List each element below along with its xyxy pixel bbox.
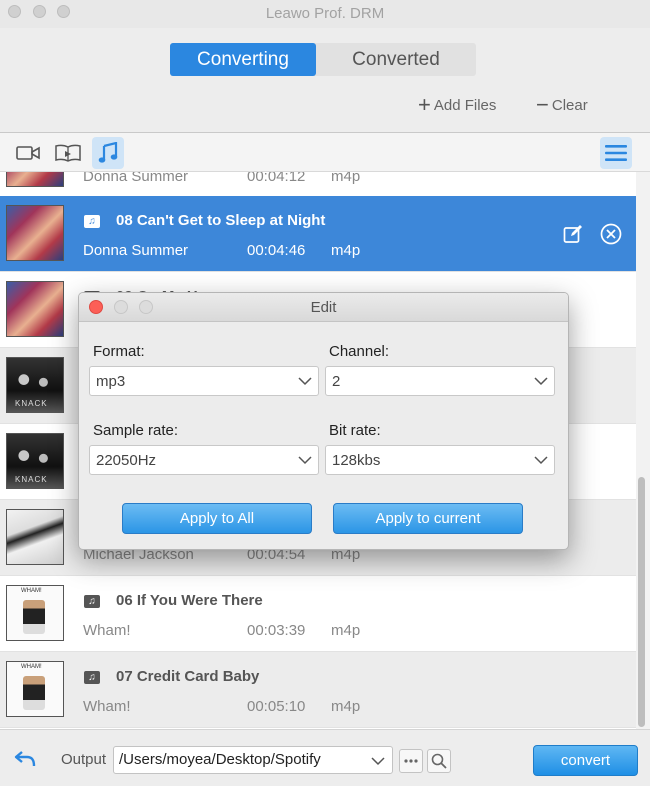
output-label: Output [61,751,107,768]
music-note-icon: ♫ [84,215,100,228]
list-item[interactable]: WHAM! ♫ 07 Credit Card Baby Wham! 00:05:… [0,652,636,728]
chevron-down-icon [298,377,312,386]
cover-text: WHAM! [21,664,42,670]
minus-icon: − [536,92,549,117]
track-artist: Wham! [83,698,131,715]
track-artist: Wham! [83,622,131,639]
track-duration: 00:04:46 [247,242,306,259]
more-icon [404,759,418,763]
music-note-icon: ♫ [84,671,100,684]
track-artist: Donna Summer [83,172,189,185]
scrollbar-thumb[interactable] [638,477,645,727]
format-select[interactable]: mp3 [89,366,319,396]
video-icon[interactable] [12,137,44,169]
tab-bar: Converting Converted [170,43,476,76]
apply-to-current-button[interactable]: Apply to current [333,503,523,534]
chevron-down-icon [534,377,548,386]
title-bar: Leawo Prof. DRM [0,0,650,29]
album-cover [6,509,64,565]
album-cover: WHAM! [6,585,64,641]
album-cover [6,281,64,337]
album-cover: WHAM! [6,661,64,717]
sample-rate-select[interactable]: 22050Hz [89,445,319,475]
open-folder-button[interactable] [427,749,451,773]
list-item[interactable]: WHAM! ♫ 06 If You Were There Wham! 00:03… [0,576,636,652]
cover-text: KNACK [15,475,48,484]
edit-dialog: Edit Format: mp3 Channel: 2 Sample rate:… [78,292,569,550]
track-title: 07 Credit Card Baby [116,668,260,685]
bottom-bar: Output /Users/moyea/Desktop/Spotify conv… [0,729,650,786]
channel-value: 2 [332,373,341,390]
tab-converting[interactable]: Converting [170,43,316,76]
edit-icon[interactable] [562,223,584,245]
cover-text: WHAM! [21,588,42,594]
list-item-selected[interactable]: ♫ 08 Can't Get to Sleep at Night Donna S… [0,196,636,272]
track-artist: Donna Summer [83,242,189,259]
clear-button[interactable]: − Clear [536,92,588,118]
track-title: 08 Can't Get to Sleep at Night [116,212,326,229]
header: Converting Converted + Add Files − Clear [0,28,650,133]
album-cover [6,172,64,187]
bit-rate-label: Bit rate: [329,422,381,439]
list-scrollbar[interactable] [636,172,650,729]
remove-icon[interactable] [600,223,622,245]
browse-folder-button[interactable] [399,749,423,773]
chevron-down-icon [371,757,385,766]
track-format: m4p [331,172,361,185]
clear-label: Clear [551,97,588,114]
track-format: m4p [331,622,361,639]
format-value: mp3 [96,373,126,390]
track-format: m4p [331,698,361,715]
dialog-title: Edit [310,299,337,316]
track-duration: 00:05:10 [247,698,306,715]
sample-rate-value: 22050Hz [96,452,157,469]
chevron-down-icon [534,456,548,465]
format-label: Format: [93,343,145,360]
track-title: 06 If You Were There [116,592,263,609]
bit-rate-select[interactable]: 128kbs [325,445,555,475]
plus-icon: + [418,92,431,117]
chevron-down-icon [298,456,312,465]
channel-label: Channel: [329,343,390,360]
album-cover [6,205,64,261]
convert-button[interactable]: convert [533,745,638,776]
add-files-button[interactable]: + Add Files [418,92,496,118]
window-title: Leawo Prof. DRM [265,5,385,22]
track-duration: 00:04:12 [247,172,306,185]
search-icon [431,753,447,769]
bit-rate-value: 128kbs [332,452,381,469]
cover-text: KNACK [15,399,48,408]
output-path-select[interactable]: /Users/moyea/Desktop/Spotify [113,746,393,774]
tab-converted[interactable]: Converted [316,43,476,76]
album-cover: KNACK [6,357,64,413]
undo-icon[interactable] [14,750,36,773]
book-icon[interactable] [52,137,84,169]
dialog-title-bar: Edit [79,293,568,322]
list-item[interactable]: Donna Summer 00:04:12 m4p [0,172,636,198]
output-path-value: /Users/moyea/Desktop/Spotify [119,751,321,768]
add-files-label: Add Files [433,97,497,114]
sample-rate-label: Sample rate: [93,422,179,439]
album-cover: KNACK [6,433,64,489]
music-note-icon: ♫ [84,595,100,608]
media-type-toolbar [0,133,650,172]
track-duration: 00:03:39 [247,622,306,639]
track-format: m4p [331,242,361,259]
hamburger-menu-icon[interactable] [600,137,632,169]
music-note-icon[interactable] [92,137,124,169]
channel-select[interactable]: 2 [325,366,555,396]
apply-to-all-button[interactable]: Apply to All [122,503,312,534]
